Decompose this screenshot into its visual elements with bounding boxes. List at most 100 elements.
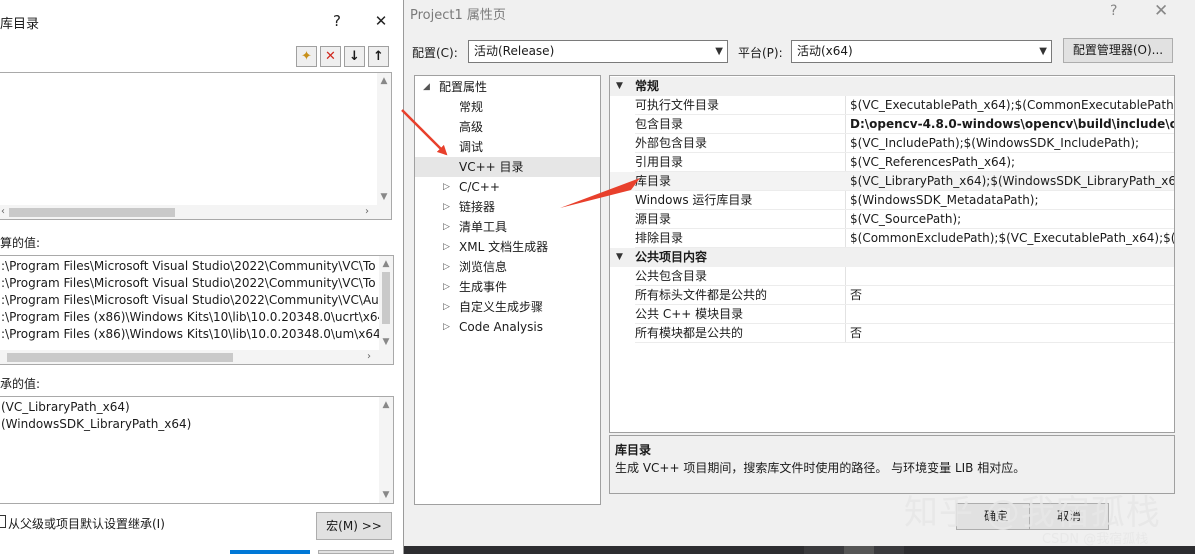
- evaluated-path-line: :\Program Files\Microsoft Visual Studio\…: [1, 259, 376, 273]
- close-button[interactable]: ✕: [370, 10, 392, 32]
- expand-icon[interactable]: ▷: [443, 297, 450, 317]
- scroll-right-icon[interactable]: ›: [367, 350, 371, 364]
- nav-item[interactable]: ▷ C/C++: [415, 177, 600, 197]
- property-navigation-tree: ◢ 配置属性 常规 高级 调试 VC++ 目录 ▷ C/C++ ▷ 链接器 ▷ 清单工具 ▷ XML 文档…: [414, 75, 601, 505]
- scroll-left-icon[interactable]: ‹: [1, 205, 5, 219]
- expand-icon[interactable]: ▷: [443, 177, 450, 197]
- nav-item[interactable]: 高级: [415, 117, 600, 137]
- expand-icon[interactable]: ▷: [443, 237, 450, 257]
- expand-icon[interactable]: ▷: [443, 317, 450, 337]
- property-value[interactable]: $(VC_LibraryPath_x64);$(WindowsSDK_Libra…: [850, 172, 1174, 191]
- horizontal-scrollbar[interactable]: ›: [0, 350, 393, 364]
- property-value[interactable]: $(WindowsSDK_MetadataPath);: [850, 191, 1039, 210]
- inherited-values-label: 承的值:: [0, 377, 41, 391]
- dialog-titlebar: 库目录 ? ✕: [0, 0, 403, 42]
- nav-item[interactable]: ◢ 配置属性: [415, 77, 600, 97]
- nav-item[interactable]: ▷ 清单工具: [415, 217, 600, 237]
- directory-edit-list[interactable]: ▲ ▼ ‹ ›: [0, 72, 392, 220]
- nav-item-label: VC++ 目录: [459, 160, 524, 174]
- property-value[interactable]: $(VC_SourcePath);: [850, 210, 961, 229]
- property-row[interactable]: 外部包含目录 $(VC_IncludePath);$(WindowsSDK_Inc…: [610, 134, 1174, 153]
- expand-icon[interactable]: ▷: [443, 257, 450, 277]
- nav-item[interactable]: ▷ 生成事件: [415, 277, 600, 297]
- property-row[interactable]: 可执行文件目录 $(VC_ExecutablePath_x64);$(Common…: [610, 96, 1174, 115]
- horizontal-scrollbar[interactable]: ‹ ›: [0, 205, 391, 219]
- nav-item[interactable]: ▷ 浏览信息: [415, 257, 600, 277]
- scroll-thumb[interactable]: [7, 353, 233, 362]
- property-row[interactable]: 包含目录 D:\opencv-4.8.0-windows\opencv\build…: [610, 115, 1174, 134]
- property-row[interactable]: Windows 运行库目录 $(WindowsSDK_MetadataPath);: [610, 191, 1174, 210]
- scroll-up-icon[interactable]: ▲: [377, 75, 391, 87]
- evaluated-path-line: :\Program Files\Microsoft Visual Studio\…: [1, 276, 376, 290]
- scroll-right-icon[interactable]: ›: [365, 205, 369, 219]
- expand-icon[interactable]: ▷: [443, 217, 450, 237]
- property-category[interactable]: ▼ 公共项目内容: [610, 248, 1174, 267]
- property-value[interactable]: 否: [850, 286, 862, 305]
- nav-item[interactable]: ▷ Code Analysis: [415, 317, 600, 337]
- configuration-manager-button[interactable]: 配置管理器(O)...: [1063, 38, 1173, 63]
- property-value[interactable]: $(CommonExcludePath);$(VC_ExecutablePath…: [850, 229, 1174, 248]
- nav-item[interactable]: 常规: [415, 97, 600, 117]
- property-row[interactable]: 库目录 $(VC_LibraryPath_x64);$(WindowsSDK_Li…: [610, 172, 1174, 191]
- expand-icon[interactable]: ▷: [443, 277, 450, 297]
- dialog-title: 库目录: [0, 17, 40, 32]
- inherit-checkbox[interactable]: [0, 515, 6, 528]
- scroll-down-icon[interactable]: ▼: [379, 489, 393, 501]
- expand-icon[interactable]: ▷: [443, 197, 450, 217]
- property-value[interactable]: $(VC_ExecutablePath_x64);$(CommonExecuta…: [850, 96, 1174, 115]
- macros-button[interactable]: 宏(M) >>: [316, 512, 392, 540]
- nav-item[interactable]: ▷ 链接器: [415, 197, 600, 217]
- nav-item[interactable]: 调试: [415, 137, 600, 157]
- property-name: 包含目录: [635, 117, 684, 131]
- collapse-icon[interactable]: ▼: [616, 248, 623, 267]
- scroll-down-icon[interactable]: ▼: [377, 191, 391, 203]
- property-row[interactable]: 公共包含目录: [610, 267, 1174, 286]
- property-category[interactable]: ▼ 常规: [610, 77, 1174, 96]
- nav-item-label: XML 文档生成器: [459, 240, 549, 254]
- evaluated-path-line: :\Program Files (x86)\Windows Kits\10\li…: [1, 327, 381, 341]
- property-value[interactable]: $(VC_ReferencesPath_x64);: [850, 153, 1015, 172]
- configuration-select[interactable]: 活动(Release) ▼: [468, 40, 728, 63]
- ok-button-edge[interactable]: [230, 550, 310, 554]
- delete-line-button[interactable]: ✕: [320, 46, 341, 67]
- row-divider: [635, 342, 1174, 343]
- property-row[interactable]: 所有标头文件都是公共的 否: [610, 286, 1174, 305]
- property-value[interactable]: D:\opencv-4.8.0-windows\opencv\build\inc…: [850, 115, 1174, 134]
- collapse-icon[interactable]: ▼: [616, 77, 623, 96]
- configuration-label: 配置(C):: [412, 46, 458, 60]
- help-button[interactable]: ?: [1110, 3, 1117, 19]
- property-row[interactable]: 公共 C++ 模块目录: [610, 305, 1174, 324]
- nav-item[interactable]: VC++ 目录: [415, 157, 600, 177]
- scroll-thumb[interactable]: [382, 272, 390, 324]
- property-value[interactable]: $(VC_IncludePath);$(WindowsSDK_IncludePa…: [850, 134, 1139, 153]
- move-down-button[interactable]: ↓: [344, 46, 365, 67]
- property-category-label: 公共项目内容: [635, 250, 708, 264]
- vertical-scrollbar[interactable]: ▲ ▼: [377, 73, 391, 205]
- platform-value: 活动(x64): [797, 44, 853, 58]
- scroll-up-icon[interactable]: ▲: [379, 258, 393, 270]
- vertical-scrollbar[interactable]: ▲ ▼: [379, 256, 393, 350]
- nav-item[interactable]: ▷ XML 文档生成器: [415, 237, 600, 257]
- help-button[interactable]: ?: [326, 10, 348, 32]
- scroll-up-icon[interactable]: ▲: [379, 399, 393, 411]
- platform-select[interactable]: 活动(x64) ▼: [791, 40, 1052, 63]
- property-row[interactable]: 排除目录 $(CommonExcludePath);$(VC_Executable…: [610, 229, 1174, 248]
- inherited-path-line: (WindowsSDK_LibraryPath_x64): [1, 417, 192, 431]
- scroll-down-icon[interactable]: ▼: [379, 336, 393, 348]
- cancel-button-edge[interactable]: [318, 550, 394, 554]
- inherit-checkbox-label[interactable]: 从父级或项目默认设置继承(I): [8, 515, 165, 532]
- nav-item-label: 清单工具: [459, 220, 508, 234]
- nav-item-label: 调试: [459, 140, 484, 154]
- property-row[interactable]: 引用目录 $(VC_ReferencesPath_x64);: [610, 153, 1174, 172]
- vertical-scrollbar[interactable]: ▲ ▼: [379, 397, 393, 503]
- new-line-button[interactable]: ✦: [296, 46, 317, 67]
- collapse-icon[interactable]: ◢: [423, 77, 430, 97]
- move-up-button[interactable]: ↑: [368, 46, 389, 67]
- nav-item-label: 生成事件: [459, 280, 508, 294]
- close-button[interactable]: ✕: [1154, 1, 1168, 21]
- property-value[interactable]: 否: [850, 324, 862, 343]
- scroll-thumb[interactable]: [9, 208, 175, 217]
- nav-item[interactable]: ▷ 自定义生成步骤: [415, 297, 600, 317]
- property-row[interactable]: 源目录 $(VC_SourcePath);: [610, 210, 1174, 229]
- property-row[interactable]: 所有模块都是公共的 否: [610, 324, 1174, 343]
